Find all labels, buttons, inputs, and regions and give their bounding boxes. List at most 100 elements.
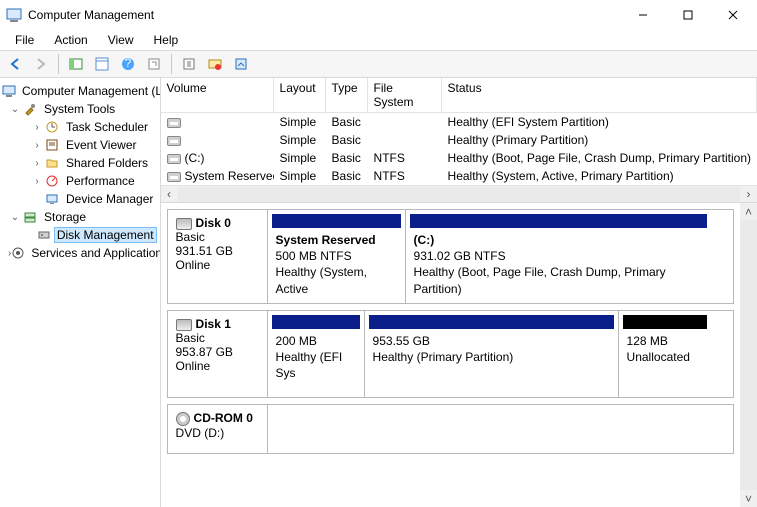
volume-status: Healthy (EFI System Partition) (442, 113, 757, 131)
volume-row[interactable]: System ReservedSimpleBasicNTFSHealthy (S… (161, 167, 757, 185)
tree-event-viewer[interactable]: › Event Viewer (0, 136, 160, 154)
back-button[interactable] (4, 53, 26, 75)
harddisk-icon (176, 319, 192, 331)
clock-icon (44, 119, 60, 135)
disk-row[interactable]: Disk 1Basic953.87 GBOnline200 MBHealthy … (167, 310, 734, 398)
menu-file[interactable]: File (6, 31, 43, 49)
partition[interactable]: 200 MBHealthy (EFI Sys (268, 311, 364, 397)
volume-icon (167, 136, 181, 146)
expand-icon[interactable]: › (30, 140, 44, 151)
partition-bar (272, 315, 360, 329)
tree-storage[interactable]: ⌄ Storage (0, 208, 160, 226)
scroll-track[interactable] (740, 220, 757, 490)
collapse-icon[interactable]: ⌄ (8, 212, 22, 223)
disk-icon (37, 227, 51, 243)
show-hide-tree-button[interactable] (65, 53, 87, 75)
partition-bar (369, 315, 614, 329)
volume-row[interactable]: SimpleBasicHealthy (Primary Partition) (161, 131, 757, 149)
volume-icon (167, 154, 181, 164)
close-button[interactable] (710, 1, 755, 29)
volume-icon (167, 118, 181, 128)
toolbar: ? (0, 50, 757, 78)
partition-status: Healthy (EFI Sys (276, 349, 356, 381)
disk-label[interactable]: Disk 0Basic931.51 GBOnline (168, 210, 268, 303)
partition-bar (623, 315, 707, 329)
collapse-icon[interactable]: ⌄ (8, 104, 22, 115)
partition-size: 953.55 GB (373, 333, 610, 349)
header-filesystem[interactable]: File System (368, 78, 442, 112)
partition[interactable]: System Reserved500 MB NTFSHealthy (Syste… (268, 210, 405, 303)
menu-view[interactable]: View (99, 31, 143, 49)
partition-title: (C:) (414, 232, 703, 248)
disk-type: Basic (176, 331, 259, 345)
disk-label[interactable]: CD-ROM 0DVD (D:) (168, 405, 268, 453)
volume-row[interactable]: (C:)SimpleBasicNTFSHealthy (Boot, Page F… (161, 149, 757, 167)
expand-icon[interactable]: › (30, 122, 44, 133)
header-status[interactable]: Status (442, 78, 757, 112)
volume-type: Basic (326, 113, 368, 131)
cdrom-icon (176, 412, 190, 426)
menubar: File Action View Help (0, 30, 757, 50)
header-volume[interactable]: Volume (161, 78, 274, 112)
disk-row[interactable]: CD-ROM 0DVD (D:) (167, 404, 734, 454)
disk-status: Online (176, 359, 259, 373)
volume-fs (368, 131, 442, 149)
disk-size: 953.87 GB (176, 345, 259, 359)
disk-label[interactable]: Disk 1Basic953.87 GBOnline (168, 311, 268, 397)
tree-task-scheduler[interactable]: › Task Scheduler (0, 118, 160, 136)
refresh-button[interactable] (143, 53, 165, 75)
volume-type: Basic (326, 167, 368, 185)
partition-status: Healthy (System, Active (276, 264, 397, 296)
action3-button[interactable] (230, 53, 252, 75)
expand-icon[interactable]: › (30, 176, 44, 187)
horizontal-scrollbar[interactable]: ‹ › (161, 185, 757, 202)
action2-button[interactable] (204, 53, 226, 75)
header-type[interactable]: Type (326, 78, 368, 112)
menu-help[interactable]: Help (145, 31, 188, 49)
scroll-left-icon[interactable]: ‹ (161, 186, 178, 203)
disk-graphical-view[interactable]: Disk 0Basic931.51 GBOnlineSystem Reserve… (161, 203, 757, 507)
action1-button[interactable] (178, 53, 200, 75)
disk-type: Basic (176, 230, 259, 244)
navigation-tree[interactable]: Computer Management (Lo ⌄ System Tools ›… (0, 78, 161, 507)
tree-device-manager[interactable]: Device Manager (0, 190, 160, 208)
partition-bar (410, 214, 707, 228)
scroll-down-icon[interactable]: ˅ (740, 490, 757, 507)
disk-row[interactable]: Disk 0Basic931.51 GBOnlineSystem Reserve… (167, 209, 734, 304)
partition[interactable]: 128 MBUnallocated (618, 311, 711, 397)
disk-size: 931.51 GB (176, 244, 259, 258)
volume-fs: NTFS (368, 167, 442, 185)
tree-root[interactable]: Computer Management (Lo (0, 82, 160, 100)
disk-name: CD-ROM 0 (194, 411, 253, 425)
tools-icon (22, 101, 38, 117)
volume-layout: Simple (274, 149, 326, 167)
titlebar: Computer Management (0, 0, 757, 30)
partition[interactable]: (C:)931.02 GB NTFSHealthy (Boot, Page Fi… (405, 210, 711, 303)
tree-disk-management[interactable]: Disk Management (0, 226, 160, 244)
volume-row[interactable]: SimpleBasicHealthy (EFI System Partition… (161, 113, 757, 131)
menu-action[interactable]: Action (45, 31, 96, 49)
tree-system-tools[interactable]: ⌄ System Tools (0, 100, 160, 118)
disk-type: DVD (D:) (176, 426, 259, 440)
tree-shared-folders[interactable]: › Shared Folders (0, 154, 160, 172)
partition[interactable]: 953.55 GBHealthy (Primary Partition) (364, 311, 618, 397)
tree-services[interactable]: › Services and Application (0, 244, 160, 262)
expand-icon[interactable]: › (30, 158, 44, 169)
tree-performance[interactable]: › Performance (0, 172, 160, 190)
scroll-up-icon[interactable]: ˄ (740, 203, 757, 220)
volume-status: Healthy (Primary Partition) (442, 131, 757, 149)
header-layout[interactable]: Layout (274, 78, 326, 112)
volume-layout: Simple (274, 167, 326, 185)
minimize-button[interactable] (620, 1, 665, 29)
volume-list[interactable]: Volume Layout Type File System Status Si… (161, 78, 757, 203)
properties-button[interactable] (91, 53, 113, 75)
svg-text:?: ? (125, 57, 132, 70)
help-button[interactable]: ? (117, 53, 139, 75)
partition-status: Healthy (Boot, Page File, Crash Dump, Pr… (414, 264, 703, 296)
volume-fs: NTFS (368, 149, 442, 167)
maximize-button[interactable] (665, 1, 710, 29)
scroll-right-icon[interactable]: › (740, 186, 757, 203)
vertical-scrollbar[interactable]: ˄ ˅ (740, 203, 757, 507)
scroll-track[interactable] (178, 187, 740, 202)
forward-button[interactable] (30, 53, 52, 75)
